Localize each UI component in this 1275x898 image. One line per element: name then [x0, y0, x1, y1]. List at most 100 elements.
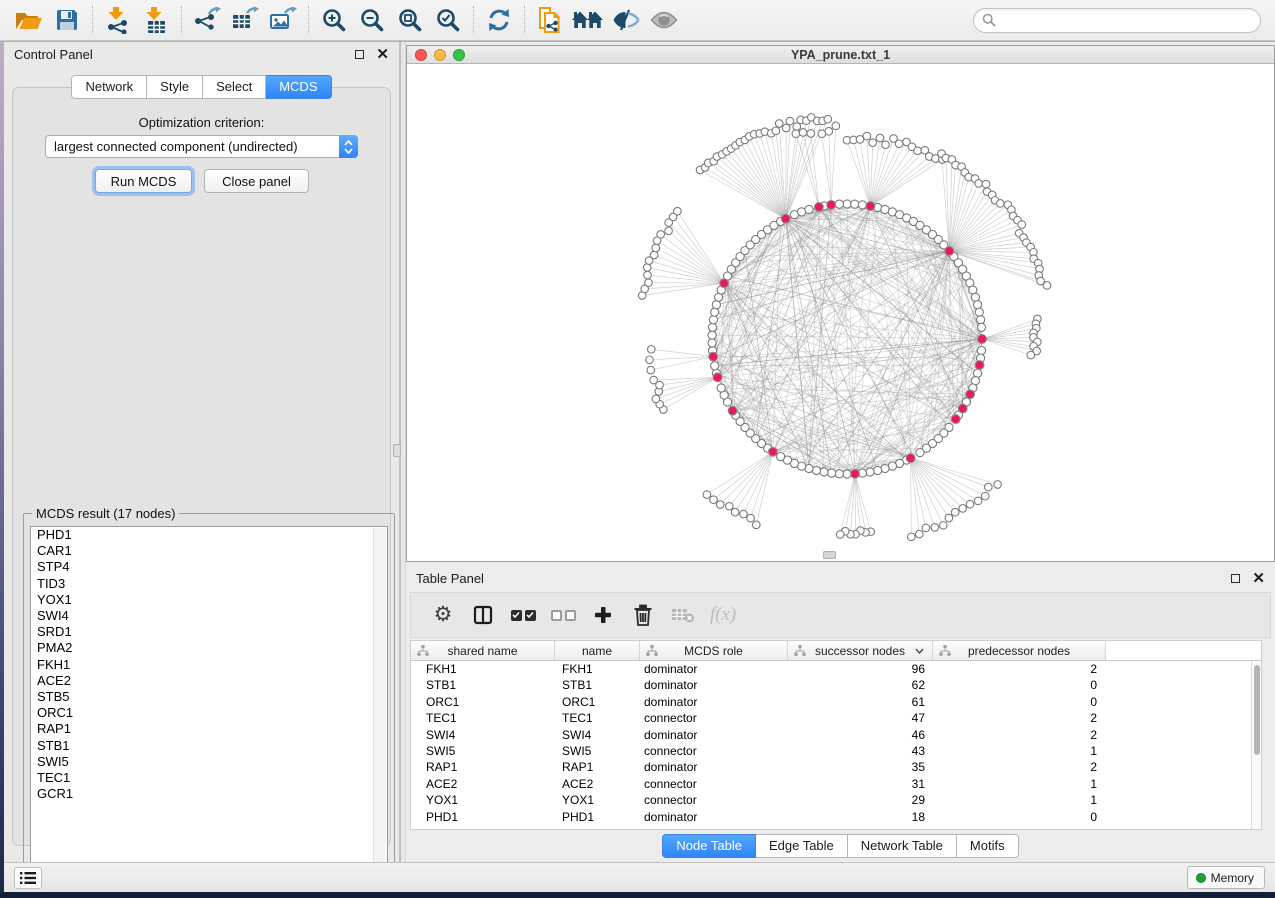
network-node[interactable] — [843, 200, 851, 208]
network-node[interactable] — [646, 356, 654, 364]
deselect-all-checkboxes-icon[interactable] — [543, 597, 583, 633]
delete-column-icon[interactable] — [623, 597, 663, 633]
network-node[interactable] — [665, 227, 673, 235]
close-table-panel-icon[interactable]: ✕ — [1252, 574, 1265, 583]
column-header-successor-nodes[interactable]: successor nodes — [788, 641, 933, 660]
network-node[interactable] — [959, 505, 967, 513]
network-hub-node[interactable] — [951, 415, 960, 424]
tab-mcds[interactable]: MCDS — [266, 75, 331, 99]
network-hub-node[interactable] — [827, 201, 836, 210]
horizontal-splitter-handle[interactable] — [823, 551, 836, 559]
mcds-result-item[interactable]: ACE2 — [31, 673, 387, 689]
table-row[interactable]: TEC1TEC1connector472 — [411, 710, 1251, 726]
float-table-panel-icon[interactable] — [1231, 574, 1240, 583]
network-node[interactable] — [975, 308, 983, 316]
network-node[interactable] — [731, 508, 739, 516]
vertical-splitter-handle[interactable] — [393, 444, 401, 457]
mcds-result-item[interactable]: TEC1 — [31, 770, 387, 786]
mcds-result-item[interactable]: STB1 — [31, 738, 387, 754]
network-node[interactable] — [708, 339, 716, 347]
network-node[interactable] — [869, 139, 877, 147]
mcds-result-item[interactable]: SRD1 — [31, 624, 387, 640]
network-node[interactable] — [863, 132, 871, 140]
network-node[interactable] — [997, 200, 1005, 208]
network-node[interactable] — [974, 497, 982, 505]
network-node[interactable] — [866, 468, 874, 476]
table-row[interactable]: SWI4SWI4dominator462 — [411, 727, 1251, 743]
add-column-icon[interactable] — [583, 597, 623, 633]
network-node[interactable] — [645, 279, 653, 287]
network-node[interactable] — [648, 346, 656, 354]
network-node[interactable] — [835, 200, 843, 208]
network-node[interactable] — [914, 147, 922, 155]
network-node[interactable] — [977, 316, 985, 324]
table-tab-motifs[interactable]: Motifs — [957, 834, 1019, 858]
mcds-result-item[interactable]: STB5 — [31, 689, 387, 705]
network-node[interactable] — [825, 128, 833, 136]
mcds-result-item[interactable]: GCR1 — [31, 786, 387, 802]
network-hub-node[interactable] — [815, 203, 824, 212]
close-panel-button[interactable]: Close panel — [204, 169, 309, 193]
neighborhood-icon[interactable] — [569, 3, 607, 37]
network-node[interactable] — [966, 500, 974, 508]
gear-icon[interactable]: ⚙ — [423, 597, 463, 633]
network-node[interactable] — [858, 201, 866, 209]
network-hub-node[interactable] — [709, 352, 718, 361]
network-node[interactable] — [940, 522, 948, 530]
network-node[interactable] — [703, 491, 711, 499]
network-hub-node[interactable] — [958, 404, 967, 413]
column-header-name[interactable]: name — [555, 641, 640, 660]
mcds-result-item[interactable]: RAP1 — [31, 721, 387, 737]
criterion-dropdown[interactable]: largest connected component (undirected) — [45, 135, 358, 158]
network-node[interactable] — [709, 316, 717, 324]
table-row[interactable]: STB1STB1dominator620 — [411, 677, 1251, 693]
network-node[interactable] — [708, 323, 716, 331]
mcds-result-item[interactable]: PHD1 — [31, 527, 387, 543]
network-node[interactable] — [843, 470, 851, 478]
column-header-predecessor-nodes[interactable]: predecessor nodes — [933, 641, 1106, 660]
network-node[interactable] — [916, 449, 924, 457]
search-input[interactable] — [996, 12, 1252, 28]
tab-network[interactable]: Network — [71, 75, 147, 99]
network-node[interactable] — [657, 231, 665, 239]
zoom-in-icon[interactable] — [315, 3, 353, 37]
network-node[interactable] — [775, 120, 783, 128]
network-node[interactable] — [708, 331, 716, 339]
table-tab-network-table[interactable]: Network Table — [848, 834, 957, 858]
export-table-icon[interactable] — [226, 3, 264, 37]
network-node[interactable] — [977, 347, 985, 355]
import-network-icon[interactable] — [99, 3, 137, 37]
network-node[interactable] — [824, 115, 832, 123]
network-hub-node[interactable] — [769, 447, 778, 456]
network-node[interactable] — [652, 395, 660, 403]
table-row[interactable]: FKH1FKH1dominator962 — [411, 661, 1251, 677]
mcds-result-item[interactable]: PMA2 — [31, 640, 387, 656]
hide-selected-icon[interactable] — [607, 3, 645, 37]
network-node[interactable] — [644, 271, 652, 279]
network-node[interactable] — [747, 514, 755, 522]
network-node[interactable] — [740, 510, 748, 518]
network-node[interactable] — [874, 466, 882, 474]
close-panel-icon[interactable]: ✕ — [376, 50, 389, 59]
select-all-checkboxes-icon[interactable] — [503, 597, 543, 633]
network-node[interactable] — [922, 524, 930, 532]
network-node[interactable] — [786, 117, 794, 125]
network-hub-node[interactable] — [851, 469, 860, 478]
network-node[interactable] — [982, 180, 990, 188]
network-node[interactable] — [1043, 282, 1051, 290]
network-node[interactable] — [895, 140, 903, 148]
table-row[interactable]: PHD1PHD1dominator180 — [411, 809, 1251, 825]
network-canvas[interactable] — [407, 64, 1274, 561]
network-hub-node[interactable] — [966, 390, 975, 399]
export-image-icon[interactable] — [264, 3, 302, 37]
network-node[interactable] — [828, 469, 836, 477]
network-node[interactable] — [908, 533, 916, 541]
network-node[interactable] — [650, 251, 658, 259]
network-node[interactable] — [974, 301, 982, 309]
open-folder-icon[interactable] — [10, 3, 48, 37]
network-node[interactable] — [835, 470, 843, 478]
network-node[interactable] — [711, 362, 719, 370]
network-node[interactable] — [792, 130, 800, 138]
network-node[interactable] — [799, 129, 807, 137]
mcds-result-item[interactable]: STP4 — [31, 559, 387, 575]
